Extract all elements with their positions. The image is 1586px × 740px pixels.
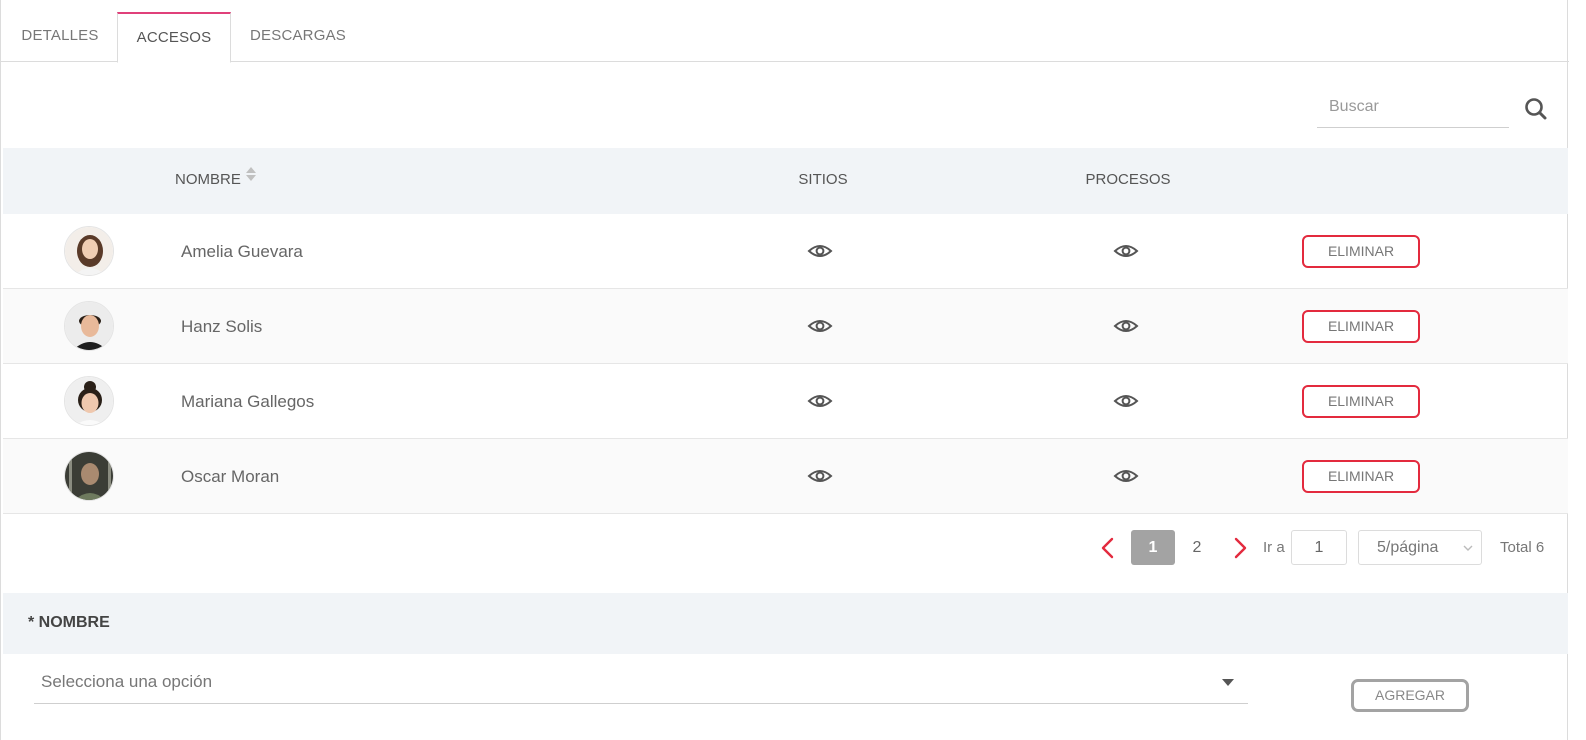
delete-button[interactable]: ELIMINAR [1302, 310, 1420, 343]
view-sitios-eye-icon[interactable] [807, 464, 833, 488]
next-page-chevron-right-icon[interactable] [1229, 536, 1251, 560]
avatar [64, 376, 114, 426]
page-size-value: 5/página [1377, 539, 1439, 556]
table-header: NOMBRE SITIOS PROCESOS [3, 148, 1568, 214]
tab-bar: DETALLES ACCESOS DESCARGAS [1, 0, 1569, 63]
search-box [1317, 88, 1509, 128]
view-procesos-eye-icon[interactable] [1113, 239, 1139, 263]
delete-button[interactable]: ELIMINAR [1302, 460, 1420, 493]
avatar [64, 451, 114, 501]
user-name: Oscar Moran [181, 467, 280, 486]
table-row: Hanz Solis ELIMINAR [3, 289, 1568, 364]
table-row: Amelia Guevara ELIMINAR [3, 214, 1568, 289]
view-procesos-eye-icon[interactable] [1113, 464, 1139, 488]
select-placeholder: Selecciona una opción [41, 672, 213, 691]
view-sitios-eye-icon[interactable] [807, 314, 833, 338]
delete-button[interactable]: ELIMINAR [1302, 385, 1420, 418]
view-procesos-eye-icon[interactable] [1113, 389, 1139, 413]
chevron-down-icon [1463, 545, 1473, 551]
add-button[interactable]: AGREGAR [1351, 679, 1469, 712]
prev-page-chevron-left-icon[interactable] [1097, 536, 1119, 560]
page-size-select[interactable]: 5/página [1358, 530, 1482, 565]
avatar [64, 301, 114, 351]
sort-icon[interactable] [245, 146, 257, 210]
search-icon[interactable] [1523, 96, 1549, 122]
column-header-nombre-label: NOMBRE [175, 171, 241, 188]
user-name: Hanz Solis [181, 317, 263, 336]
view-sitios-eye-icon[interactable] [807, 239, 833, 263]
table-row: Mariana Gallegos ELIMINAR [3, 364, 1568, 439]
user-name: Amelia Guevara [181, 242, 303, 261]
goto-page-input[interactable] [1291, 530, 1347, 565]
tab-accesos[interactable]: ACCESOS [117, 12, 231, 63]
column-header-sitios: SITIOS [798, 171, 848, 188]
table-row: Oscar Moran ELIMINAR [3, 439, 1568, 514]
column-header-procesos: PROCESOS [1085, 171, 1171, 188]
user-name: Mariana Gallegos [181, 392, 315, 411]
column-header-nombre[interactable]: NOMBRE [175, 148, 257, 214]
caret-down-icon [1222, 679, 1234, 686]
page-button-2[interactable]: 2 [1175, 530, 1219, 565]
avatar [64, 226, 114, 276]
view-sitios-eye-icon[interactable] [807, 389, 833, 413]
page-button-1[interactable]: 1 [1131, 530, 1175, 565]
nombre-select[interactable]: Selecciona una opción [34, 662, 1248, 704]
delete-button[interactable]: ELIMINAR [1302, 235, 1420, 268]
nombre-field-label: * NOMBRE [28, 614, 110, 631]
tab-descargas[interactable]: DESCARGAS [231, 12, 365, 62]
access-panel: DETALLES ACCESOS DESCARGAS NOMBRE SITIOS… [0, 0, 1569, 740]
tab-detalles[interactable]: DETALLES [3, 12, 117, 62]
view-procesos-eye-icon[interactable] [1113, 314, 1139, 338]
total-count: Total 6 [1500, 539, 1545, 556]
goto-label: Ir a [1263, 539, 1285, 556]
add-section-header: * NOMBRE [3, 593, 1568, 654]
search-input[interactable] [1317, 88, 1509, 126]
